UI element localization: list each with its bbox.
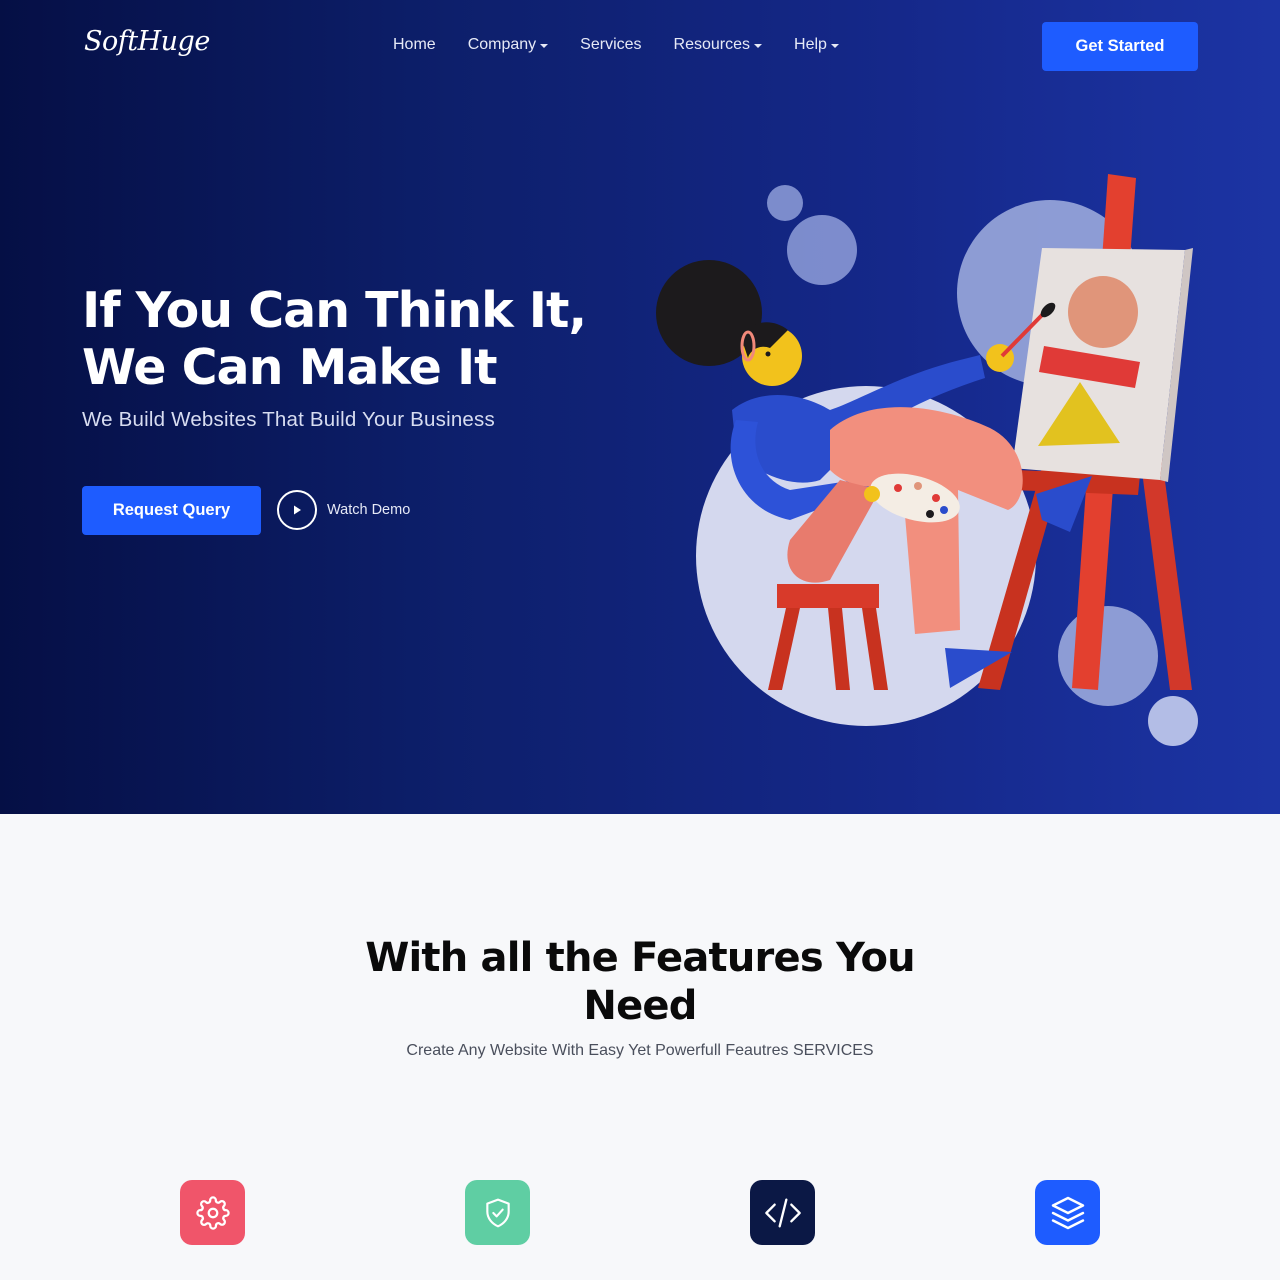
layers-icon: [1051, 1196, 1084, 1229]
bubble-shape: [1058, 606, 1158, 706]
watch-demo-button[interactable]: Watch Demo: [277, 490, 410, 530]
play-icon: [277, 490, 317, 530]
nav-item-home[interactable]: Home: [393, 36, 436, 54]
code-icon: [764, 1198, 801, 1227]
nav-item-label: Resources: [673, 36, 751, 53]
bubble-shape: [767, 185, 803, 221]
caret-down-icon: [754, 44, 763, 48]
nav-item-company[interactable]: Company: [467, 36, 549, 54]
nav-item-services[interactable]: Services: [580, 36, 641, 54]
features-title: With all the Features You Need: [365, 935, 915, 1029]
nav-item-help[interactable]: Help: [794, 36, 839, 54]
bubble-shape: [787, 215, 857, 285]
nav-item-resources[interactable]: Resources: [673, 36, 763, 54]
bubble-shape: [1148, 696, 1198, 746]
hero-subtitle: We Build Websites That Build Your Busine…: [82, 408, 495, 431]
hero-section: SoftHuge Home Company Services Resources…: [0, 0, 1280, 814]
nav-item-label: Company: [467, 36, 537, 53]
hero-title: If You Can Think It, We Can Make It: [82, 282, 642, 396]
nav-item-label: Home: [393, 36, 436, 53]
caret-down-icon: [540, 44, 549, 48]
request-query-button[interactable]: Request Query: [82, 486, 261, 535]
main-nav: Home Company Services Resources Help: [393, 36, 839, 54]
feature-card-code[interactable]: [750, 1180, 815, 1245]
hero-illustration: [656, 174, 1198, 746]
gear-icon: [195, 1195, 230, 1230]
features-subtitle: Create Any Website With Easy Yet Powerfu…: [406, 1042, 874, 1059]
logo[interactable]: SoftHuge: [84, 26, 210, 57]
caret-down-icon: [830, 44, 839, 48]
watch-demo-label: Watch Demo: [327, 502, 411, 518]
feature-card-layers[interactable]: [1035, 1180, 1100, 1245]
feature-card-shield[interactable]: [465, 1180, 530, 1245]
hero-title-line: We Can Make It: [82, 339, 498, 396]
get-started-button[interactable]: Get Started: [1042, 22, 1198, 71]
shield-check-icon: [485, 1198, 510, 1227]
hero-title-line: If You Can Think It,: [82, 282, 587, 339]
nav-item-label: Help: [794, 36, 827, 53]
feature-card-gear[interactable]: [180, 1180, 245, 1245]
nav-item-label: Services: [580, 36, 642, 53]
